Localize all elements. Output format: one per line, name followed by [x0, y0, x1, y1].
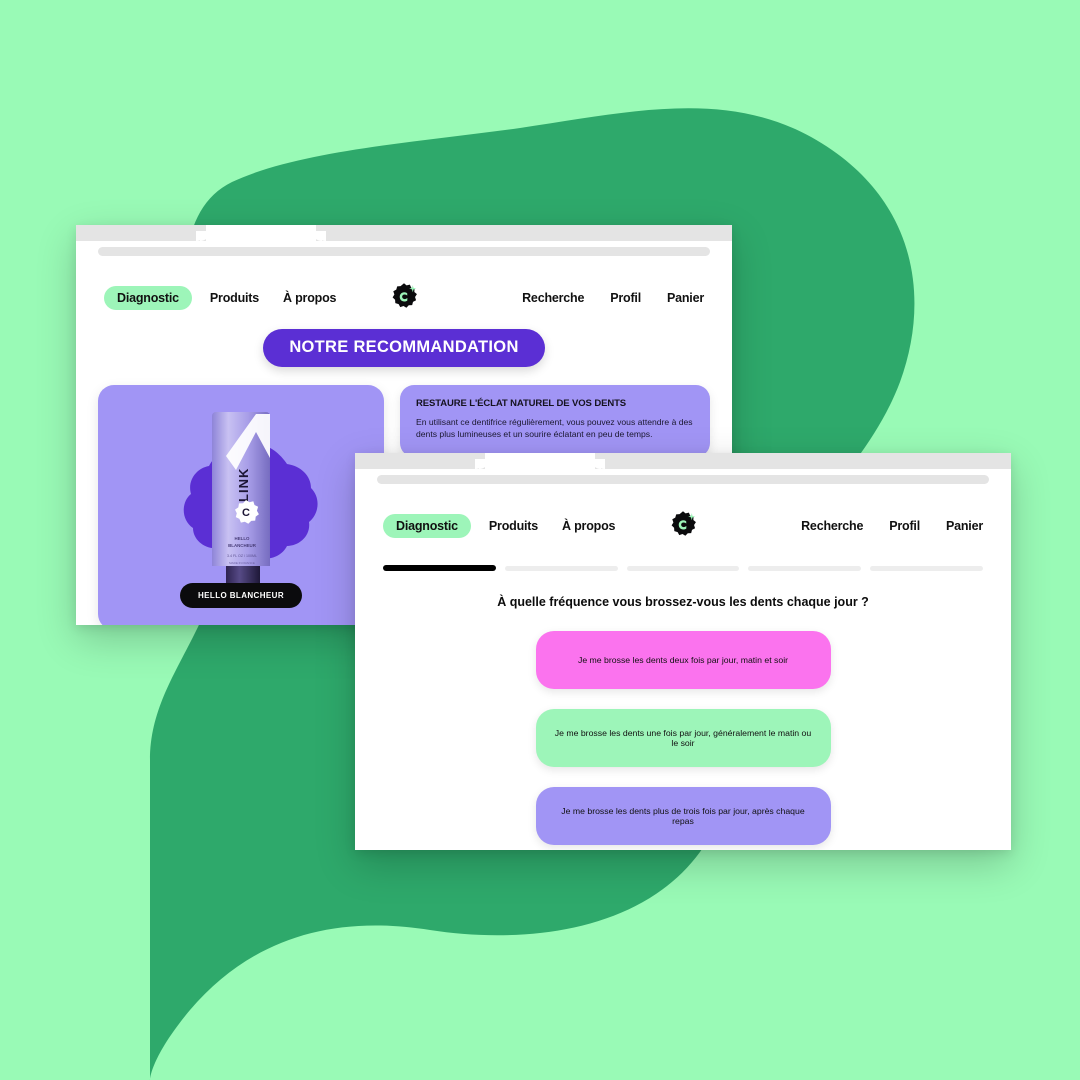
quiz-answer-option-2[interactable]: Je me brosse les dents une fois par jour… [535, 709, 831, 767]
quiz-answer-option-3[interactable]: Je me brosse les dents plus de trois foi… [535, 787, 831, 845]
clink-starburst-logo-icon-2[interactable] [666, 509, 700, 543]
nav-item-recherche[interactable]: Recherche [522, 291, 584, 305]
product-showcase-card[interactable]: CLINK C HELLO BLANCHEUR 3.4 FL OZ / 100M… [98, 385, 384, 625]
quiz-question-text: À quelle fréquence vous brossez-vous les… [497, 595, 869, 609]
nav-item-diagnostic-2[interactable]: Diagnostic [383, 514, 471, 538]
info-card-body: En utilisant ce dentifrice régulièrement… [416, 417, 693, 440]
progress-segment-3[interactable] [626, 565, 740, 571]
svg-text:BLANCHEUR: BLANCHEUR [228, 543, 257, 548]
nav-item-panier-2[interactable]: Panier [946, 519, 983, 533]
quiz-answers-list: Je me brosse les dents deux fois par jou… [355, 631, 1011, 845]
nav-item-produits-2[interactable]: Produits [489, 519, 538, 533]
nav-item-a-propos-2[interactable]: À propos [562, 519, 615, 533]
nav-item-a-propos[interactable]: À propos [283, 291, 336, 305]
site-navigation-bar-2: Diagnostic Produits À propos Recherche P… [355, 489, 1011, 543]
notre-recommandation-pill[interactable]: NOTRE RECOMMANDATION [263, 329, 545, 367]
address-bar-input[interactable] [98, 246, 710, 256]
diagnostic-browser-window: Diagnostic Produits À propos Recherche P… [355, 453, 1011, 850]
nav-item-produits[interactable]: Produits [210, 291, 259, 305]
svg-text:3.4 FL OZ / 100ML: 3.4 FL OZ / 100ML [227, 554, 257, 558]
progress-segment-2[interactable] [504, 565, 618, 571]
nav-left-group: Diagnostic Produits À propos [104, 286, 387, 310]
quiz-answer-option-1[interactable]: Je me brosse les dents deux fois par jou… [535, 631, 831, 689]
browser-tabstrip [76, 225, 732, 241]
browser-chrome-bar-2 [355, 453, 1011, 469]
info-card-title: RESTAURE L'ÉCLAT NATUREL DE VOS DENTS [416, 398, 627, 409]
info-card-primary[interactable]: RESTAURE L'ÉCLAT NATUREL DE VOS DENTS En… [400, 385, 710, 457]
nav-item-diagnostic[interactable]: Diagnostic [104, 286, 192, 310]
browser-tab-active-2[interactable] [475, 453, 605, 469]
progress-segment-4[interactable] [748, 565, 862, 571]
nav-item-profil-2[interactable]: Profil [889, 519, 920, 533]
svg-text:HELLO: HELLO [235, 536, 250, 541]
nav-item-profil[interactable]: Profil [610, 291, 641, 305]
hello-blancheur-badge[interactable]: HELLO BLANCHEUR [180, 583, 302, 608]
browser-chrome-bar [76, 225, 732, 241]
browser-tabstrip-2 [355, 453, 1011, 469]
nav-right-group: Recherche Profil Panier [421, 291, 704, 305]
quiz-progress-bar [355, 565, 1011, 571]
svg-text:MADE IN FRANCE: MADE IN FRANCE [229, 561, 255, 565]
address-bar-input-2[interactable] [377, 474, 989, 484]
nav-right-group-2: Recherche Profil Panier [700, 519, 983, 533]
headline-pill-row: NOTRE RECOMMANDATION [76, 329, 732, 367]
site-navigation-bar: Diagnostic Produits À propos Recherche P… [76, 261, 732, 315]
browser-tab-active[interactable] [196, 225, 326, 241]
browser-urlbar-row [76, 241, 732, 261]
nav-item-recherche-2[interactable]: Recherche [801, 519, 863, 533]
clink-starburst-logo-icon[interactable] [387, 281, 421, 315]
nav-left-group-2: Diagnostic Produits À propos [383, 514, 666, 538]
browser-urlbar-row-2 [355, 469, 1011, 489]
progress-segment-5[interactable] [870, 565, 983, 571]
nav-item-panier[interactable]: Panier [667, 291, 704, 305]
progress-segment-1[interactable] [383, 565, 496, 571]
svg-text:C: C [242, 507, 250, 519]
poster-canvas: Diagnostic Produits À propos Recherche P… [0, 0, 1080, 1080]
